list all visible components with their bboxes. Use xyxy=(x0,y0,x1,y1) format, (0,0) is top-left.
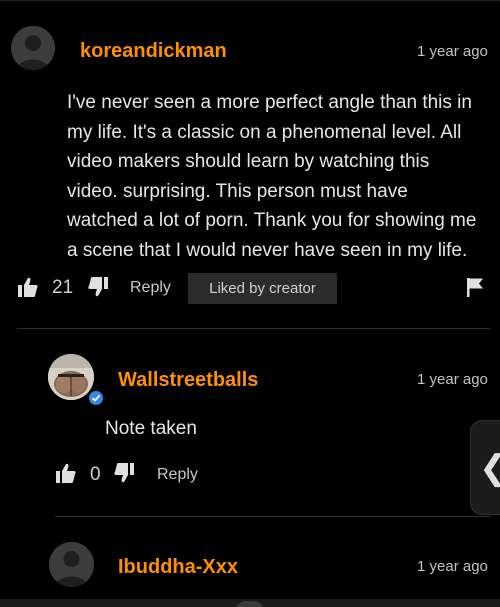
comment-timestamp: 1 year ago xyxy=(417,43,488,60)
bottom-bar xyxy=(0,599,500,607)
comment-body-line: a scene that I would never have seen in … xyxy=(67,239,468,261)
avatar[interactable] xyxy=(49,542,94,587)
avatar[interactable] xyxy=(11,26,55,70)
chevron-left-icon: ❮ xyxy=(479,451,500,485)
comment-body-line: video. surprising. This person must have xyxy=(67,180,408,202)
default-avatar-icon xyxy=(11,26,55,70)
reply-button[interactable]: Reply xyxy=(130,279,171,297)
default-avatar-icon xyxy=(49,542,94,587)
comment-body: Note taken xyxy=(105,414,197,444)
thumbs-up-icon[interactable] xyxy=(55,462,77,484)
comment-body-line: my life. It's a classic on a phenomenal … xyxy=(67,121,462,143)
vote-count: 21 xyxy=(52,277,74,298)
comment-timestamp: 1 year ago xyxy=(417,558,488,575)
thumbs-up-icon[interactable] xyxy=(17,276,39,298)
comment-body-line: I've never seen a more perfect angle tha… xyxy=(67,92,472,113)
comment-timestamp: 1 year ago xyxy=(417,371,488,388)
comment-body-line: Note taken xyxy=(105,418,197,439)
comment-body-line: video makers should learn by watching th… xyxy=(67,151,430,172)
comment-divider xyxy=(17,328,490,329)
thumbs-down-icon[interactable] xyxy=(87,276,109,298)
top-divider xyxy=(0,0,500,1)
comment-username[interactable]: Ibuddha-Xxx xyxy=(118,556,238,579)
comment-divider xyxy=(55,516,490,517)
flag-icon[interactable] xyxy=(466,277,484,297)
comments-page: koreandickman 1 year ago I've never seen… xyxy=(0,0,500,607)
vote-count: 0 xyxy=(90,464,101,485)
verified-check-icon xyxy=(87,389,105,407)
comment-username[interactable]: koreandickman xyxy=(80,40,227,63)
comment-body-line: watched a lot of porn. Thank you for sho… xyxy=(67,210,477,231)
thumbs-down-icon[interactable] xyxy=(113,462,135,484)
side-panel-handle[interactable]: ❮ xyxy=(470,420,500,515)
liked-by-creator-badge: Liked by creator xyxy=(188,273,337,304)
bottom-bar-handle[interactable] xyxy=(236,601,264,607)
comment-body: I've never seen a more perfect angle tha… xyxy=(67,88,476,265)
reply-button[interactable]: Reply xyxy=(157,466,198,484)
comment-username[interactable]: Wallstreetballs xyxy=(118,369,258,392)
